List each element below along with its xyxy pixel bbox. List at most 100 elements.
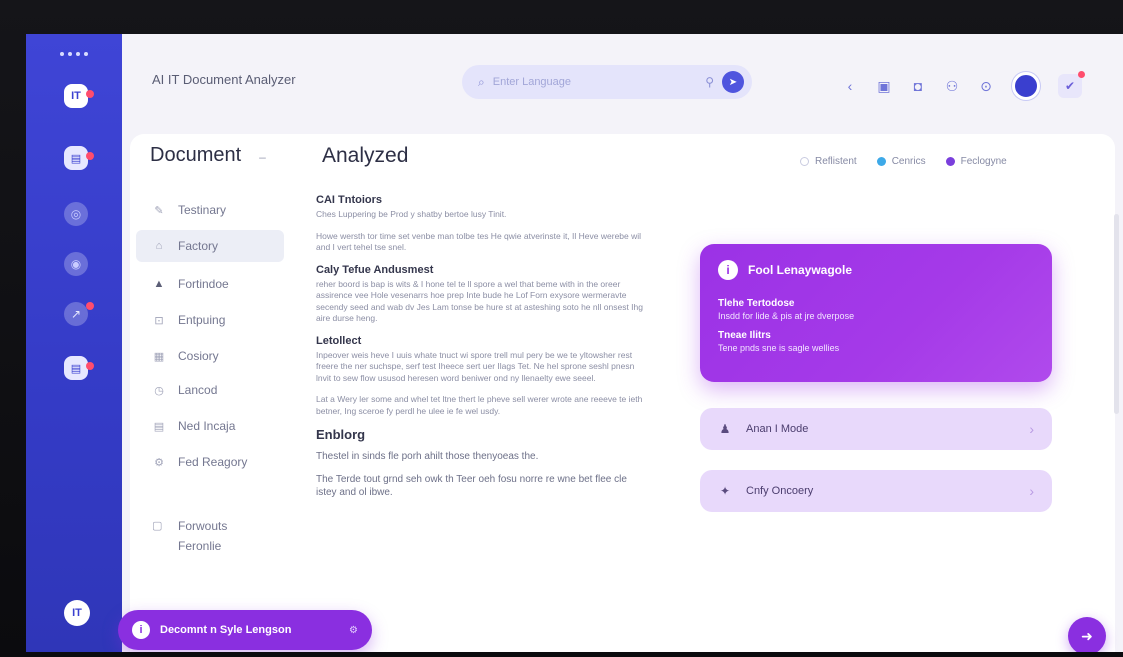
add-fab-button[interactable]: ➜ [1068,617,1106,652]
search-submit-button[interactable]: ➤ [722,71,744,93]
list-item-cnfy-oncoery[interactable]: ✦ Cnfy Oncoery › [700,470,1052,512]
lock-icon: ⊡ [154,314,164,327]
nav-item-fed-reagory[interactable]: ⚙ Fed Reagory [136,446,284,478]
section-heading: Caly Tefue Andusmest [316,263,434,276]
list-item-label: Anan I Mode [746,423,809,435]
nav-item-label: Ned Incaja [178,419,236,433]
files-nav-button[interactable]: ▤ [64,356,94,380]
notification-dot [1078,71,1085,78]
user-logo-text: IT [72,607,82,619]
document-body: CAI Tntoiors Ches Luppering be Prod y sh… [316,194,646,509]
list-item-anan-mode[interactable]: ♟ Anan I Mode › [700,408,1052,450]
toolbar-icons: ‹ ▣ ◘ ⚇ ⊙ ✔ [842,71,1085,100]
filter-dot-icon [945,157,955,166]
scrollbar[interactable] [1114,214,1119,414]
layers-icon: ◉ [70,257,82,271]
nav-footer-item[interactable]: ▢ Forwouts Feronlie [152,516,227,556]
share-icon[interactable]: ⚇ [944,78,960,94]
filter-tabs: Reflistent Cenrics Feclogyne [800,156,1007,167]
star-icon: ✦ [719,484,731,498]
gear-icon: ⚙ [154,456,164,469]
feature-card[interactable]: i Fool Lenaywagole Tlehe Tertodose Insdd… [700,244,1052,382]
search-bar[interactable]: ⌕ Enter Language ⚲ ➤ [462,65,752,99]
section-paragraph: The Terde tout grnd seh owk th Teer oeh … [316,474,627,498]
sidebar-rail: IT ▤ ◎ ◉ ↗ ▤ IT [26,34,122,652]
globe-nav-button[interactable]: ◎ [64,202,88,226]
feature-item-title: Tneae Ilitrs [718,330,771,341]
section-paragraph: Inpeover weis heve I uuis whate tnuct wi… [316,349,635,383]
nav-footer-line1: Forwouts [178,519,228,533]
home-icon: ⌂ [155,240,163,252]
app-logo-text: IT [71,90,81,102]
building-icon: ▲ [153,278,165,290]
nav-item-factory[interactable]: ⌂ Factory [136,230,284,262]
person-icon: ♟ [719,422,731,436]
section-paragraph: reher boord is bap is wits & I hone tel … [316,278,643,324]
nav-item-testinary[interactable]: ✎ Testinary [136,194,284,226]
nav-heading[interactable]: Document – [150,144,266,167]
filter-feclogyne[interactable]: Feclogyne [945,156,1007,167]
feature-item-title: Tlehe Tertodose [718,298,795,309]
feature-item-text: Tene pnds sne is sagle wellies [718,343,840,353]
section-heading: Enblorg [316,427,366,442]
feature-title: Fool Lenaywagole [748,263,853,277]
nav-item-label: Entpuing [178,313,226,327]
nav-item-label: Cosiory [178,349,219,363]
check-icon: ✔ [1064,79,1076,93]
message-icon[interactable]: ◘ [910,78,926,94]
info-icon: i [718,260,738,280]
nav-heading-label: Document [150,144,242,166]
pen-icon: ✎ [154,204,164,217]
document-icon: ▤ [70,152,82,165]
settings-icon[interactable]: ⊙ [978,78,994,94]
edit-icon: ⚙ [349,624,358,636]
search-magnifier-icon[interactable]: ⚲ [705,75,714,89]
nav-item-label: Fortindoe [178,277,229,291]
filter-cenrics[interactable]: Cenrics [876,156,926,167]
list-item-label: Cnfy Oncoery [746,485,814,497]
notifications-button[interactable]: ✔ [1058,71,1085,98]
nav-item-entpuing[interactable]: ⊡ Entpuing [136,304,284,336]
pill-label: Decomnt n Syle Lengson [160,624,292,636]
filter-label: Feclogyne [960,156,1007,167]
app-title: AI IT Document Analyzer [152,72,296,87]
nav-item-label: Lancod [178,383,218,397]
app-logo-button[interactable]: IT [64,84,94,108]
filter-label: Cenrics [891,156,926,167]
filter-dot-icon [800,157,809,166]
section-paragraph: Thestel in sinds fle porh ahilt those th… [316,451,539,462]
filter-dot-icon [876,157,886,166]
chart-nav-button[interactable]: ↗ [64,302,94,326]
filter-reflistent[interactable]: Reflistent [800,156,857,167]
nav-item-ned-incaja[interactable]: ▤ Ned Incaja [136,410,284,442]
notification-dot [86,362,94,370]
document-style-button[interactable]: i Decomnt n Syle Lengson ⚙ [118,610,372,650]
nav-item-label: Fed Reagory [178,455,248,469]
page-title: Analyzed [322,144,409,167]
nav-item-fortindoe[interactable]: ▲ Fortindoe [136,268,284,300]
search-placeholder: Enter Language [492,76,572,88]
nav-item-lancod[interactable]: ◷ Lancod [136,374,284,406]
globe-icon: ◎ [70,207,82,221]
chevron-down-icon: – [259,150,266,164]
top-bar: AI IT Document Analyzer ⌕ Enter Language… [122,34,1123,134]
document-nav-button[interactable]: ▤ [64,146,94,170]
layers-nav-button[interactable]: ◉ [64,252,88,276]
section-heading: CAI Tntoiors [316,194,382,206]
files-icon: ▤ [70,362,82,375]
user-avatar[interactable] [1012,72,1040,100]
nav-item-cosiory[interactable]: ▦ Cosiory [136,340,284,372]
search-icon: ⌕ [478,74,485,89]
notification-dot [86,90,94,98]
chevron-right-icon: › [1029,483,1034,499]
user-logo-button[interactable]: IT [64,600,90,626]
back-icon[interactable]: ‹ [842,78,858,94]
chevron-right-icon: › [1029,421,1034,437]
arrow-icon: ➜ [1081,627,1093,644]
app-screen: IT ▤ ◎ ◉ ↗ ▤ IT AI IT Document Analyzer … [26,34,1123,652]
feature-header: i Fool Lenaywagole [718,260,1034,280]
folder-icon: ▢ [152,520,163,532]
clock-icon: ◷ [154,384,164,397]
bookmark-icon[interactable]: ▣ [876,78,892,94]
section-paragraph: Ches Luppering be Prod y shatby bertoe l… [316,209,507,219]
